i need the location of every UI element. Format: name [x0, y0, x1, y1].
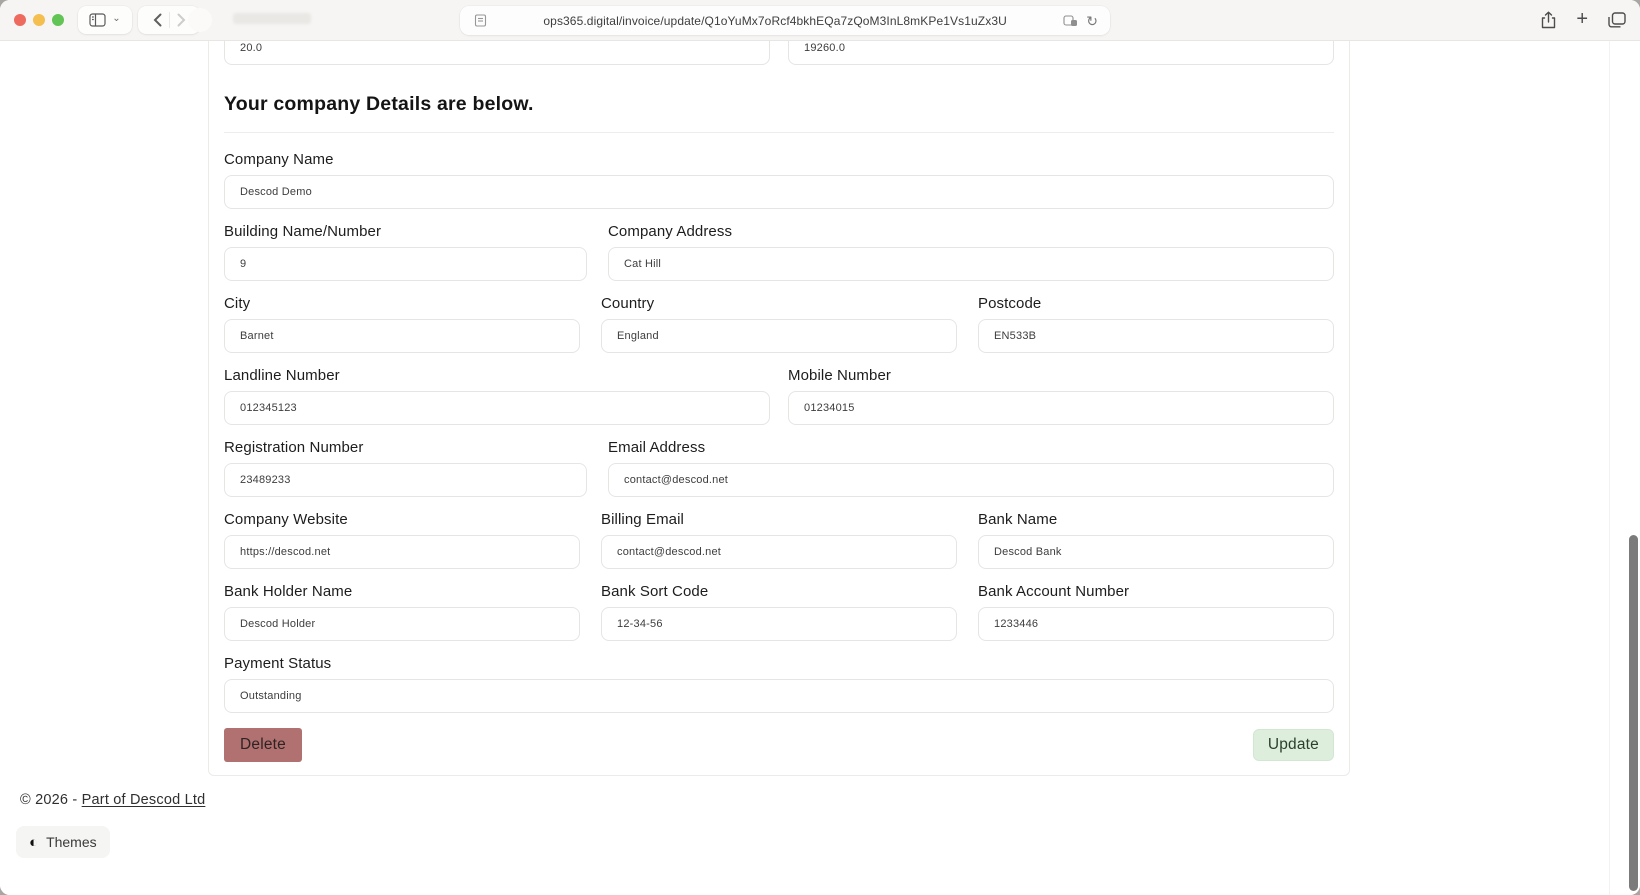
company-address-field: Company Address: [608, 209, 1334, 281]
form-row: Payment Status: [224, 641, 1334, 713]
nav-divider: [168, 12, 170, 28]
payment-status-input[interactable]: [224, 679, 1334, 713]
bank-name-field: Bank Name: [978, 497, 1334, 569]
mobile-number-label: Mobile Number: [788, 367, 892, 384]
bank-sort-code-input[interactable]: [601, 607, 957, 641]
browser-window: ⌄ ops365.digital/invoice/update/Q1oYuMx7…: [0, 0, 1640, 895]
themes-button[interactable]: ◐ Themes: [16, 826, 110, 858]
building-name-number-field: Building Name/Number: [224, 209, 587, 281]
copyright-text: © 2026 -: [20, 792, 82, 808]
company-website-input[interactable]: [224, 535, 580, 569]
registration-number-label: Registration Number: [224, 439, 364, 456]
form-row: Company Name: [224, 137, 1334, 209]
invoice-update-card: Your company Details are below. Company …: [208, 31, 1350, 776]
heading-divider: [224, 132, 1334, 133]
registration-number-input[interactable]: [224, 463, 587, 497]
new-tab-icon[interactable]: +: [1576, 9, 1588, 29]
bank-holder-name-label: Bank Holder Name: [224, 583, 353, 600]
billing-email-label: Billing Email: [601, 511, 684, 528]
theme-contrast-icon: ◐: [29, 833, 39, 851]
blurred-page-text: [233, 13, 311, 24]
building-name-number-label: Building Name/Number: [224, 223, 382, 240]
share-icon[interactable]: [1541, 11, 1556, 29]
company-website-label: Company Website: [224, 511, 348, 528]
city-field: City: [224, 281, 580, 353]
scrollbar-thumb[interactable]: [1629, 535, 1638, 891]
form-row: Company Website Billing Email Bank Name: [224, 497, 1334, 569]
address-bar[interactable]: ops365.digital/invoice/update/Q1oYuMx7oR…: [460, 6, 1110, 35]
form-row: Landline Number Mobile Number: [224, 353, 1334, 425]
chevron-down-icon: ⌄: [112, 13, 121, 24]
company-name-label: Company Name: [224, 151, 334, 168]
bank-holder-name-input[interactable]: [224, 607, 580, 641]
company-address-input[interactable]: [608, 247, 1334, 281]
mobile-number-input[interactable]: [788, 391, 1334, 425]
landline-number-label: Landline Number: [224, 367, 340, 384]
bank-account-number-field: Bank Account Number: [978, 569, 1334, 641]
payment-status-label: Payment Status: [224, 655, 332, 672]
country-label: Country: [601, 295, 655, 312]
back-button[interactable]: [153, 13, 162, 27]
country-input[interactable]: [601, 319, 957, 353]
toolbar-right-actions: +: [1541, 0, 1626, 40]
form-row: City Country Postcode: [224, 281, 1334, 353]
registration-number-field: Registration Number: [224, 425, 587, 497]
sidebar-icon: [89, 13, 106, 27]
refresh-icon[interactable]: ↻: [1086, 14, 1098, 28]
bank-name-input[interactable]: [978, 535, 1334, 569]
page-title: Your company Details are below.: [224, 93, 534, 115]
zoom-window-button[interactable]: [52, 14, 64, 26]
bank-account-number-input[interactable]: [978, 607, 1334, 641]
landline-number-input[interactable]: [224, 391, 770, 425]
delete-button[interactable]: Delete: [224, 728, 303, 762]
form-row: Registration Number Email Address: [224, 425, 1334, 497]
company-address-label: Company Address: [608, 223, 733, 240]
mobile-number-field: Mobile Number: [788, 353, 1334, 425]
company-website-field: Company Website: [224, 497, 580, 569]
update-button[interactable]: Update: [1252, 729, 1334, 761]
postcode-label: Postcode: [978, 295, 1042, 312]
billing-email-field: Billing Email: [601, 497, 957, 569]
browser-toolbar: ⌄ ops365.digital/invoice/update/Q1oYuMx7…: [0, 0, 1640, 41]
payment-status-field: Payment Status: [224, 641, 1334, 713]
billing-email-input[interactable]: [601, 535, 957, 569]
landline-number-field: Landline Number: [224, 353, 770, 425]
footer-copyright: © 2026 - Part of Descod Ltd: [20, 792, 1640, 808]
bank-name-label: Bank Name: [978, 511, 1058, 528]
postcode-input[interactable]: [978, 319, 1334, 353]
city-input[interactable]: [224, 319, 580, 353]
scrollbar-track: [1609, 40, 1610, 895]
form-row: Building Name/Number Company Address: [224, 209, 1334, 281]
footer-company-link[interactable]: Part of Descod Ltd: [82, 792, 206, 808]
forward-button[interactable]: [177, 13, 186, 27]
bank-sort-code-label: Bank Sort Code: [601, 583, 709, 600]
email-address-label: Email Address: [608, 439, 706, 456]
bank-sort-code-field: Bank Sort Code: [601, 569, 957, 641]
tab-overview-icon[interactable]: [1608, 12, 1626, 28]
form-row: Bank Holder Name Bank Sort Code Bank Acc…: [224, 569, 1334, 641]
country-field: Country: [601, 281, 957, 353]
company-name-field: Company Name: [224, 137, 1334, 209]
postcode-field: Postcode: [978, 281, 1334, 353]
bank-account-number-label: Bank Account Number: [978, 583, 1130, 600]
email-address-input[interactable]: [608, 463, 1334, 497]
url-text[interactable]: ops365.digital/invoice/update/Q1oYuMx7oR…: [487, 14, 1063, 28]
city-label: City: [224, 295, 251, 312]
email-address-field: Email Address: [608, 425, 1334, 497]
minimize-window-button[interactable]: [33, 14, 45, 26]
building-name-number-input[interactable]: [224, 247, 587, 281]
blurred-page-element: [188, 8, 212, 32]
privacy-badge-icon: [1063, 14, 1078, 27]
page-content: Your company Details are below. Company …: [0, 0, 1640, 895]
reader-icon: [474, 14, 487, 27]
bank-holder-name-field: Bank Holder Name: [224, 569, 580, 641]
company-name-input[interactable]: [224, 175, 1334, 209]
sidebar-toggle-button[interactable]: ⌄: [78, 6, 132, 34]
form-actions: Delete Update: [224, 728, 1334, 762]
themes-button-label: Themes: [46, 834, 97, 850]
close-window-button[interactable]: [14, 14, 26, 26]
